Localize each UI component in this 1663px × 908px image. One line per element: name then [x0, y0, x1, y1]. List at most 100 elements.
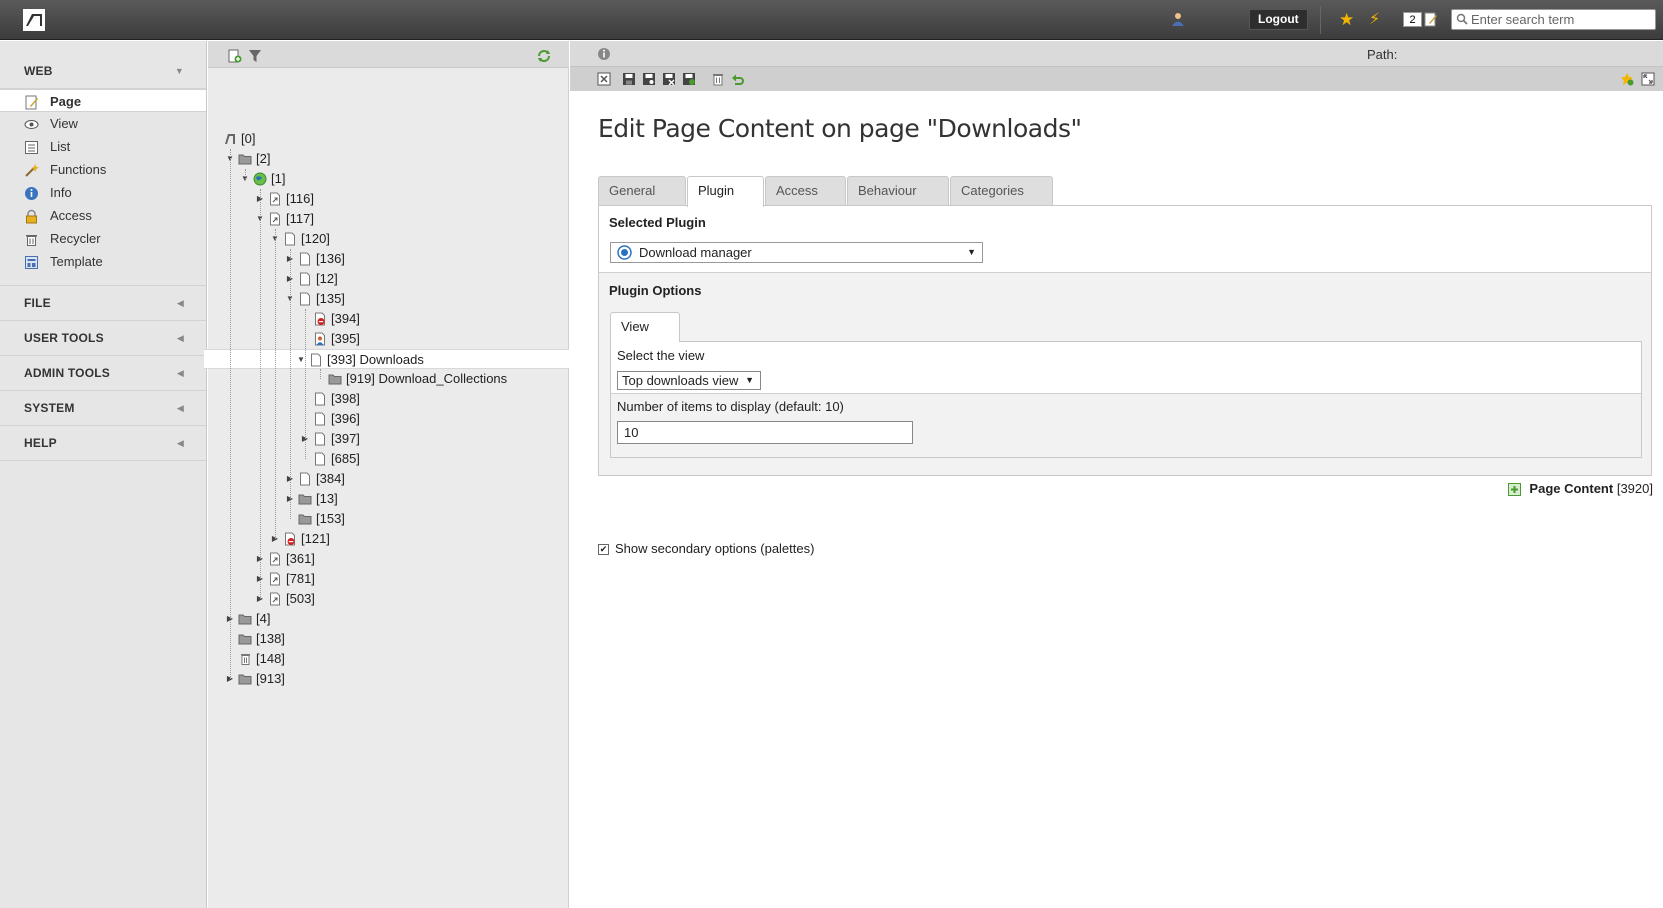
view-select[interactable]: Top downloads view ▼: [617, 371, 761, 390]
typo3-logo-icon[interactable]: [23, 9, 45, 31]
folder-icon[interactable]: [298, 512, 312, 526]
page-hidden-icon[interactable]: [283, 532, 297, 546]
task-pencil-icon[interactable]: [1424, 12, 1438, 27]
tree-node-label[interactable]: [397]: [331, 429, 360, 449]
module-item-access[interactable]: Access: [0, 204, 206, 227]
search-box[interactable]: [1451, 9, 1656, 30]
tree-node[interactable]: ▼ [117]: [208, 209, 569, 229]
tree-node[interactable]: [395]: [208, 329, 569, 349]
tree-node-label[interactable]: [919] Download_Collections: [346, 369, 507, 389]
tree-node-label[interactable]: [781]: [286, 569, 315, 589]
tree-node-label[interactable]: [120]: [301, 229, 330, 249]
tree-node-label[interactable]: [13]: [316, 489, 338, 509]
plugin-select[interactable]: Download manager ▼: [610, 242, 983, 263]
tree-node[interactable]: [153]: [208, 509, 569, 529]
module-group-system[interactable]: SYSTEM ◀: [0, 391, 206, 426]
tree-node-label[interactable]: [116]: [286, 189, 314, 209]
globe-icon[interactable]: [253, 172, 267, 186]
save-close-icon[interactable]: [662, 72, 676, 86]
module-group-file[interactable]: FILE ◀: [0, 286, 206, 321]
fullscreen-icon[interactable]: [1641, 72, 1655, 86]
tree-node[interactable]: ▶ [913]: [208, 669, 569, 689]
bookmarks-star-icon[interactable]: ★: [1339, 11, 1354, 29]
page-icon[interactable]: [283, 232, 297, 246]
module-group-help[interactable]: HELP ◀: [0, 426, 206, 461]
tree-node[interactable]: [919] Download_Collections: [208, 369, 569, 389]
tab-general[interactable]: General: [598, 176, 686, 206]
folder-icon[interactable]: [238, 152, 252, 166]
filter-icon[interactable]: [248, 49, 262, 63]
tree-node[interactable]: ▼ [2]: [208, 149, 569, 169]
logout-button[interactable]: Logout: [1249, 9, 1308, 30]
tree-node-label[interactable]: [1]: [271, 169, 285, 189]
folder-icon[interactable]: [238, 612, 252, 626]
tree-node[interactable]: ▶ [503]: [208, 589, 569, 609]
tree-node[interactable]: ▼ [120]: [208, 229, 569, 249]
tree-node[interactable]: ▶ [384]: [208, 469, 569, 489]
folder-icon[interactable]: [238, 632, 252, 646]
record-info-icon[interactable]: [597, 47, 611, 61]
tree-node[interactable]: ▶ [136]: [208, 249, 569, 269]
tree-node[interactable]: ▶ [781]: [208, 569, 569, 589]
tab-plugin[interactable]: Plugin: [687, 176, 764, 207]
tree-node[interactable]: ▼ [393] Downloads: [204, 349, 569, 369]
folder-icon[interactable]: [298, 492, 312, 506]
new-page-icon[interactable]: [228, 49, 242, 63]
tab-view[interactable]: View: [610, 312, 680, 342]
tree-node-label[interactable]: [153]: [316, 509, 345, 529]
root-icon[interactable]: [223, 132, 237, 146]
tree-node[interactable]: [138]: [208, 629, 569, 649]
tree-node[interactable]: [148]: [208, 649, 569, 669]
page-shortcut-icon[interactable]: [268, 592, 282, 606]
num-items-input[interactable]: [617, 421, 913, 444]
module-group-web[interactable]: WEB ▼: [0, 41, 206, 89]
module-item-view[interactable]: View: [0, 112, 206, 135]
page-icon[interactable]: [298, 252, 312, 266]
tree-node[interactable]: ▶ [12]: [208, 269, 569, 289]
page-shortcut-icon[interactable]: [268, 552, 282, 566]
tab-behaviour[interactable]: Behaviour: [847, 176, 949, 206]
tree-node[interactable]: [398]: [208, 389, 569, 409]
refresh-icon[interactable]: [537, 49, 551, 63]
tree-node-label[interactable]: [138]: [256, 629, 285, 649]
user-avatar-icon[interactable]: [1170, 11, 1186, 27]
page-shortcut-icon[interactable]: [268, 192, 282, 206]
page-icon[interactable]: [298, 272, 312, 286]
folder-icon[interactable]: [328, 372, 342, 386]
tree-node-label[interactable]: [4]: [256, 609, 270, 629]
tab-categories[interactable]: Categories: [950, 176, 1053, 206]
page-shortcut-icon[interactable]: [268, 212, 282, 226]
tree-node[interactable]: [394]: [208, 309, 569, 329]
close-icon[interactable]: [597, 72, 611, 86]
tree-node[interactable]: ▼ [1]: [208, 169, 569, 189]
task-count-badge[interactable]: 2: [1403, 12, 1422, 27]
module-item-template[interactable]: Template: [0, 250, 206, 273]
page-icon[interactable]: [309, 353, 323, 367]
tree-node[interactable]: ▶ [397]: [208, 429, 569, 449]
tree-node-label[interactable]: [393] Downloads: [327, 350, 424, 370]
tree-node[interactable]: [0]: [208, 129, 569, 149]
tree-node-label[interactable]: [12]: [316, 269, 338, 289]
module-item-list[interactable]: List: [0, 135, 206, 158]
secondary-options-checkbox[interactable]: ✔: [598, 544, 609, 555]
tree-node-label[interactable]: [361]: [286, 549, 315, 569]
clear-cache-bolt-icon[interactable]: ⚡: [1369, 11, 1380, 29]
page-hidden-icon[interactable]: [313, 312, 327, 326]
module-item-info[interactable]: Info: [0, 181, 206, 204]
save-new-icon[interactable]: [682, 72, 696, 86]
page-user-icon[interactable]: [313, 332, 327, 346]
bookmark-add-icon[interactable]: [1620, 72, 1634, 86]
tree-node-label[interactable]: [384]: [316, 469, 345, 489]
tree-node-label[interactable]: [396]: [331, 409, 360, 429]
module-item-recycler[interactable]: Recycler: [0, 227, 206, 250]
tree-node-label[interactable]: [395]: [331, 329, 360, 349]
tree-node-label[interactable]: [0]: [241, 129, 255, 149]
tree-node[interactable]: ▶ [116]: [208, 189, 569, 209]
tree-node[interactable]: [396]: [208, 409, 569, 429]
undo-icon[interactable]: [731, 72, 745, 86]
tree-node[interactable]: ▶ [4]: [208, 609, 569, 629]
tree-node-label[interactable]: [117]: [286, 209, 314, 229]
tree-node-label[interactable]: [135]: [316, 289, 345, 309]
save-view-icon[interactable]: [642, 72, 656, 86]
tree-node-label[interactable]: [148]: [256, 649, 285, 669]
